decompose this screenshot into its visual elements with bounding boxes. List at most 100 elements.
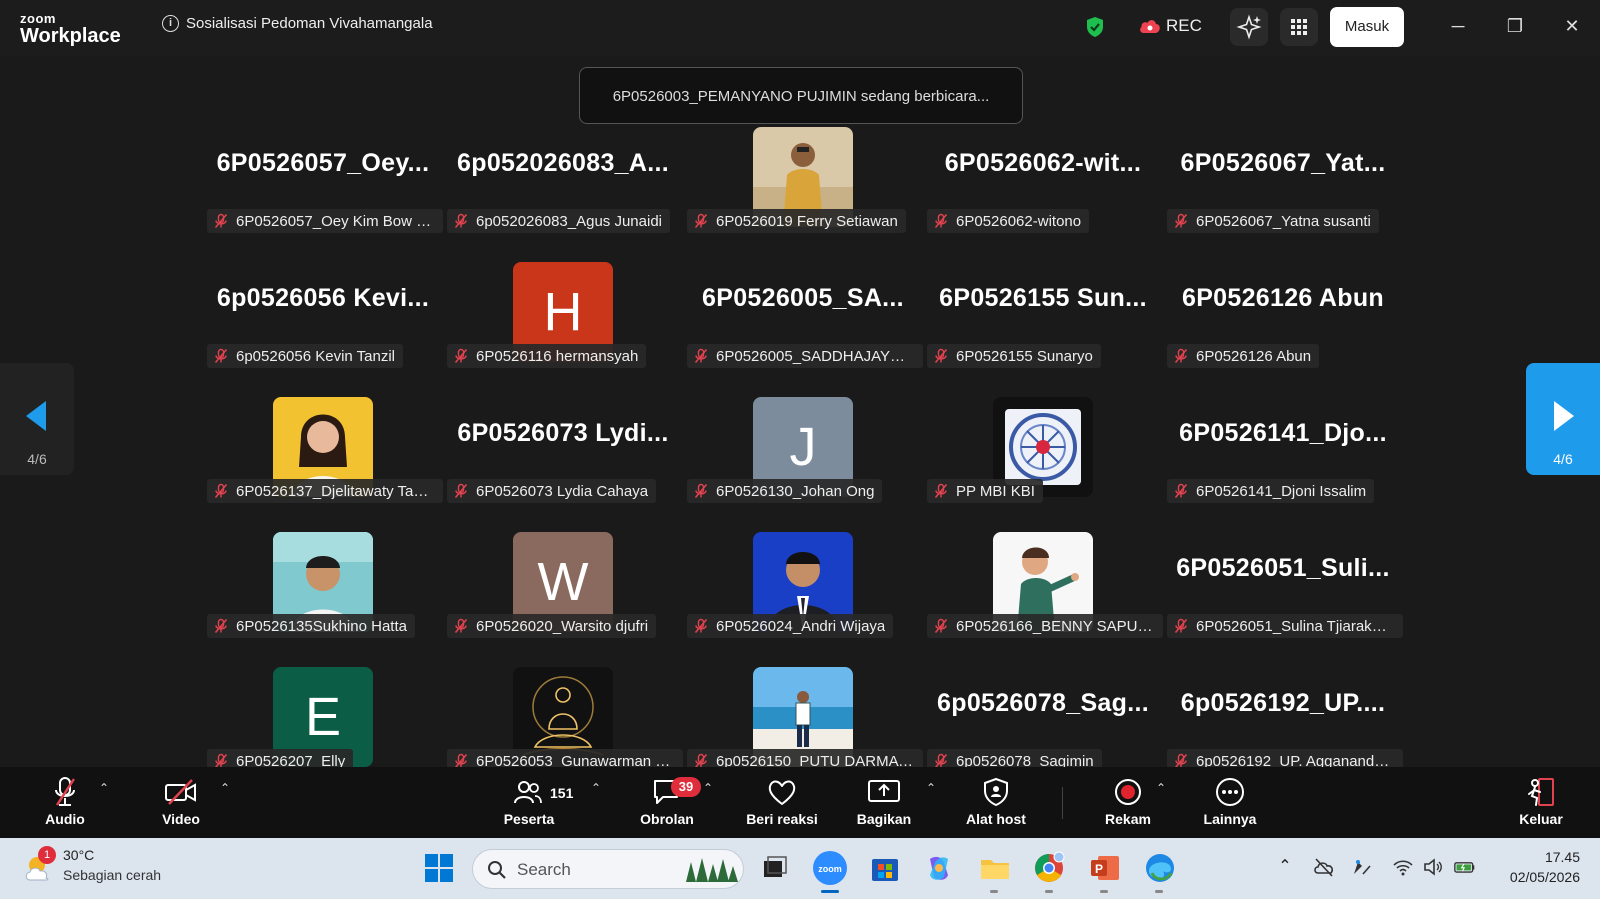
arrow-right-icon (1554, 401, 1574, 431)
audio-label: Audio (45, 811, 85, 827)
video-options-caret[interactable]: ⌃ (220, 781, 230, 795)
participant-tile[interactable]: 6P0526137_Djelitawaty Taslim (203, 397, 443, 532)
participant-tile[interactable]: 6P0526024_Andri Wijaya (683, 532, 923, 667)
participant-display-name: 6p0526056 Kevi... (216, 284, 430, 312)
share-screen-icon (868, 780, 900, 802)
mic-muted-icon (933, 348, 949, 364)
previous-page-number: 4/6 (27, 451, 47, 467)
video-off-icon (165, 779, 196, 805)
participant-tile[interactable]: 6P0526166_BENNY SAPUTRA (923, 532, 1163, 667)
participant-tile[interactable]: 6P0526062-wit... 6P0526062-witono (923, 127, 1163, 262)
pen-input-icon[interactable] (1350, 856, 1372, 878)
participant-display-name: 6p0526192_UP.... (1180, 689, 1386, 717)
info-icon[interactable]: i (162, 15, 179, 32)
participant-tile[interactable]: 6P0526126 Abun 6P0526126 Abun (1163, 262, 1403, 397)
participant-name-label: 6P0526024_Andri Wijaya (716, 617, 886, 635)
chat-options-caret[interactable]: ⌃ (703, 781, 713, 795)
participants-button[interactable]: Peserta (494, 775, 564, 827)
close-button[interactable]: ✕ (1560, 14, 1584, 38)
copilot-icon[interactable] (922, 851, 956, 885)
clock-time[interactable]: 17.45 (1510, 849, 1580, 865)
participant-tile[interactable]: 6P0526155 Sun... 6P0526155 Sunaryo (923, 262, 1163, 397)
previous-page-button[interactable]: 4/6 (0, 363, 74, 475)
clock-date[interactable]: 02/05/2026 (1490, 869, 1580, 885)
participant-nameplate: 6P0526019 Ferry Setiawan (687, 209, 906, 233)
arrow-left-icon (26, 401, 46, 431)
participant-tile[interactable]: 6P0526057_Oey... 6P0526057_Oey Kim Bow St… (203, 127, 443, 262)
participant-name-label: 6P0526155 Sunaryo (956, 347, 1093, 365)
participant-name-label: 6P0526141_Djoni Issalim (1196, 482, 1367, 500)
participant-display-name: 6P0526062-wit... (944, 149, 1142, 177)
mic-muted-icon (453, 213, 469, 229)
audio-options-caret[interactable]: ⌃ (99, 781, 109, 795)
powerpoint-icon[interactable]: P (1088, 851, 1122, 885)
windows-taskbar: 1 30°C Sebagian cerah Search zoom P ⌃ 17… (0, 838, 1600, 899)
explorer-running-indicator (990, 890, 998, 893)
ai-companion-icon[interactable] (1230, 8, 1268, 46)
battery-charging-icon[interactable] (1454, 856, 1476, 878)
leave-button[interactable]: Keluar (1510, 775, 1572, 827)
participant-tile[interactable]: 6P0526051_Suli... 6P0526051_Sulina Tjiara… (1163, 532, 1403, 667)
mic-muted-icon (693, 348, 709, 364)
meeting-title: Sosialisasi Pedoman Vivahamangala (186, 15, 433, 32)
participant-tile[interactable]: J 6P0526130_Johan Ong (683, 397, 923, 532)
tray-chevron-up-icon[interactable]: ⌃ (1274, 856, 1296, 878)
mic-muted-icon (213, 348, 229, 364)
participant-tile[interactable]: 6p0526056 Kevi... 6p0526056 Kevin Tanzil (203, 262, 443, 397)
video-button[interactable]: Video (150, 775, 212, 827)
zoom-taskbar-icon[interactable]: zoom (813, 851, 847, 885)
participant-display-name: 6P0526155 Sun... (939, 284, 1147, 312)
participant-tile[interactable]: 6P0526005_SA... 6P0526005_SADDHAJAYO S... (683, 262, 923, 397)
participant-name-label: 6P0526116 hermansyah (476, 347, 639, 365)
taskbar-search-box[interactable]: Search (472, 849, 744, 889)
task-view-icon[interactable] (758, 851, 792, 885)
host-tools-button[interactable]: Alat host (958, 775, 1034, 827)
mic-muted-icon (453, 618, 469, 634)
edge-icon[interactable] (1143, 851, 1177, 885)
zoom-logo: zoom Workplace (20, 12, 121, 46)
volume-icon[interactable] (1422, 856, 1444, 878)
participant-tile[interactable]: H 6P0526116 hermansyah (443, 262, 683, 397)
encryption-shield-icon[interactable] (1085, 16, 1105, 38)
windows-start-icon[interactable] (424, 853, 454, 883)
sign-in-button[interactable]: Masuk (1330, 7, 1404, 47)
more-button[interactable]: Lainnya (1197, 775, 1263, 827)
cloud-record-icon[interactable] (1138, 17, 1162, 35)
microsoft-store-icon[interactable] (868, 851, 902, 885)
participant-display-name: 6P0526051_Suli... (1176, 554, 1390, 582)
rec-label[interactable]: REC (1166, 16, 1202, 36)
mic-muted-icon (693, 483, 709, 499)
participant-tile[interactable]: 6p052026083_A... 6p052026083_Agus Junaidi (443, 127, 683, 262)
participant-tile[interactable]: 6P0526141_Djo... 6P0526141_Djoni Issalim (1163, 397, 1403, 532)
reactions-button[interactable]: Beri reaksi (736, 775, 828, 827)
share-button[interactable]: Bagikan (852, 775, 916, 827)
share-options-caret[interactable]: ⌃ (926, 781, 936, 795)
file-explorer-icon[interactable] (978, 851, 1012, 885)
leave-icon (1528, 778, 1554, 806)
audio-button[interactable]: Audio (34, 775, 96, 827)
participant-tile[interactable]: W 6P0526020_Warsito djufri (443, 532, 683, 667)
apps-grid-icon[interactable] (1280, 8, 1318, 46)
onedrive-off-icon[interactable] (1313, 856, 1335, 878)
weather-description[interactable]: Sebagian cerah (63, 867, 161, 883)
mic-muted-icon (933, 618, 949, 634)
restore-button[interactable]: ❐ (1503, 14, 1527, 38)
participant-nameplate: 6P0526126 Abun (1167, 344, 1320, 368)
chrome-icon[interactable] (1032, 851, 1066, 885)
participant-tile[interactable]: 6P0526073 Lydi... 6P0526073 Lydia Cahaya (443, 397, 683, 532)
participant-tile[interactable]: 6P0526135Sukhino Hatta (203, 532, 443, 667)
participants-options-caret[interactable]: ⌃ (591, 781, 601, 795)
participant-tile[interactable]: PP MBI KBI (923, 397, 1163, 532)
participant-tile[interactable]: 6P0526067_Yat... 6P0526067_Yatna susanti (1163, 127, 1403, 262)
meeting-toolbar: Audio ⌃ Video ⌃ Peserta 151 ⌃ Obrolan 39… (0, 767, 1600, 838)
wifi-icon[interactable] (1392, 856, 1414, 878)
record-options-caret[interactable]: ⌃ (1156, 781, 1166, 795)
participants-icon (514, 781, 542, 804)
chrome-running-indicator (1045, 890, 1053, 893)
weather-temperature[interactable]: 30°C (63, 847, 94, 863)
minimize-button[interactable]: ─ (1446, 14, 1470, 38)
participant-tile[interactable]: 6P0526019 Ferry Setiawan (683, 127, 923, 262)
record-button[interactable]: Rekam (1097, 775, 1159, 827)
next-page-button[interactable]: 4/6 (1526, 363, 1600, 475)
mic-muted-icon (1173, 483, 1189, 499)
